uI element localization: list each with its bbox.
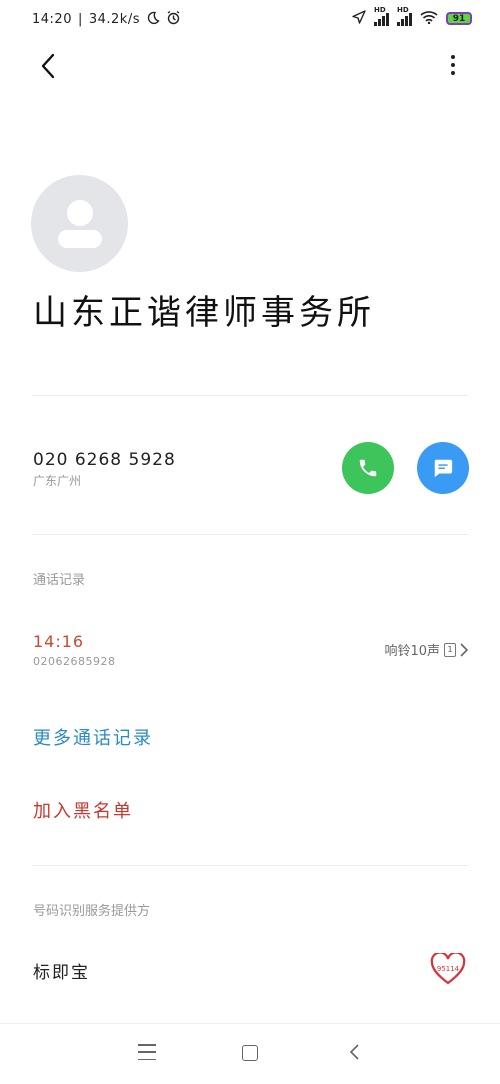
- wifi-icon: [420, 10, 438, 27]
- battery-level: 91: [452, 13, 466, 24]
- network-speed: 34.2k/s: [88, 12, 140, 27]
- divider: [32, 865, 468, 866]
- status-bar-right: HD HD 91: [352, 6, 472, 27]
- back-button[interactable]: [28, 48, 68, 84]
- more-call-logs-link[interactable]: 更多通话记录: [33, 724, 153, 750]
- battery-icon: 91: [446, 12, 472, 25]
- signal-icon: HD: [374, 6, 389, 26]
- call-log-time[interactable]: 14:16: [33, 632, 84, 651]
- divider: [32, 395, 468, 396]
- contact-avatar: [31, 175, 128, 272]
- call-log-ring-count: 响铃10声: [384, 644, 440, 659]
- contact-name: 山东正谐律师事务所: [33, 293, 375, 333]
- phone-number[interactable]: 020 6268 5928: [33, 450, 176, 470]
- moon-icon: [146, 11, 160, 29]
- message-button[interactable]: [417, 442, 469, 494]
- chevron-left-icon: [41, 53, 55, 79]
- call-log-number: 02062685928: [33, 655, 116, 668]
- more-options-button[interactable]: [438, 50, 468, 80]
- signal-icon: HD: [397, 6, 412, 26]
- hd-label: HD: [397, 5, 409, 14]
- add-to-blacklist-button[interactable]: 加入黑名单: [33, 797, 133, 823]
- nav-back-icon[interactable]: [345, 1042, 365, 1062]
- dot: [451, 63, 455, 67]
- sim-card-icon: 1: [444, 642, 456, 657]
- provider-section-title: 号码识别服务提供方: [33, 904, 151, 919]
- hd-label: HD: [374, 5, 386, 14]
- chevron-right-icon: [460, 642, 468, 657]
- provider-name: 标即宝: [33, 963, 90, 983]
- home-icon[interactable]: [242, 1045, 258, 1061]
- status-separator: |: [77, 12, 83, 27]
- status-time: 14:20: [32, 12, 72, 27]
- phone-icon: [359, 459, 377, 477]
- avatar-head: [67, 200, 93, 226]
- message-icon: [434, 459, 453, 478]
- dot: [451, 55, 455, 59]
- avatar-body: [58, 230, 102, 248]
- divider: [32, 534, 468, 535]
- alarm-icon: [166, 10, 181, 29]
- provider-logo: 95114: [430, 951, 466, 985]
- call-button[interactable]: [342, 442, 394, 494]
- call-log-entry-detail[interactable]: 响铃10声 1: [384, 640, 468, 659]
- phone-location: 广东广州: [33, 474, 82, 488]
- menu-icon[interactable]: [138, 1044, 156, 1060]
- provider-logo-text: 95114: [437, 965, 460, 973]
- status-bar-left: 14:20 | 34.2k/s: [32, 10, 181, 29]
- location-icon: [352, 10, 366, 27]
- dot: [451, 71, 455, 75]
- call-log-title: 通话记录: [33, 573, 86, 588]
